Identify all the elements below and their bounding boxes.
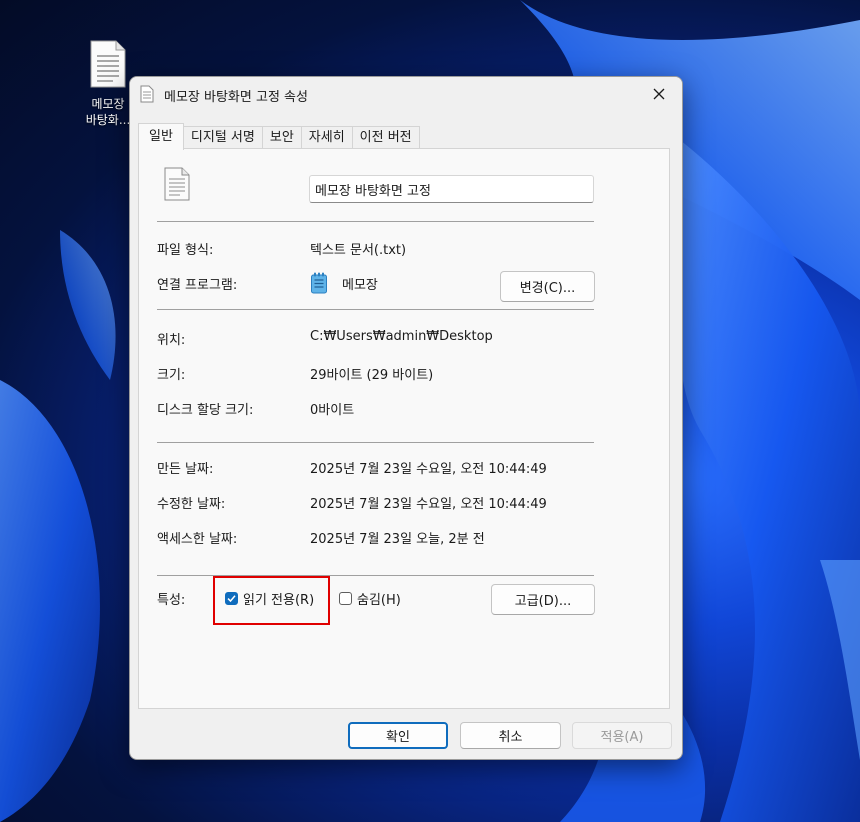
advanced-button[interactable]: 고급(D)... (491, 584, 595, 615)
title-bar[interactable]: 메모장 바탕화면 고정 속성 (130, 77, 682, 111)
hidden-label: 숨김(H) (357, 593, 401, 608)
file-type-value: 텍스트 문서(.txt) (310, 243, 407, 258)
created-value: 2025년 7월 23일 수요일, 오전 10:44:49 (310, 462, 547, 477)
tab-general[interactable]: 일반 (138, 123, 184, 150)
text-document-icon (140, 85, 154, 103)
opens-with-label: 연결 프로그램: (157, 278, 238, 293)
size-on-disk-label: 디스크 할당 크기: (157, 403, 254, 418)
ok-button[interactable]: 확인 (348, 722, 448, 749)
change-program-button[interactable]: 변경(C)... (500, 271, 595, 302)
location-label: 위치: (157, 333, 186, 348)
created-label: 만든 날짜: (157, 462, 214, 477)
size-label: 크기: (157, 368, 186, 383)
opens-with-value: 메모장 (342, 278, 378, 293)
location-value: C:₩Users₩admin₩Desktop (310, 329, 493, 344)
tab-previous-versions[interactable]: 이전 버전 (351, 126, 420, 150)
tab-digital-signatures[interactable]: 디지털 서명 (182, 126, 263, 150)
checkbox-box[interactable] (225, 592, 238, 605)
separator (157, 442, 594, 443)
file-name-input[interactable] (309, 175, 594, 203)
separator (157, 309, 594, 310)
tab-bar: 일반 디지털 서명 보안 자세히 이전 버전 (138, 123, 420, 150)
general-tab-panel: 파일 형식: 텍스트 문서(.txt) 연결 프로그램: 메모장 변경(C)..… (138, 148, 670, 709)
notepad-icon (311, 272, 327, 294)
accessed-value: 2025년 7월 23일 오늘, 2분 전 (310, 532, 485, 547)
size-value: 29바이트 (29 바이트) (310, 368, 434, 383)
window-title: 메모장 바탕화면 고정 속성 (164, 90, 308, 105)
properties-dialog: 메모장 바탕화면 고정 속성 일반 디지털 서명 보안 자세히 이전 버전 파일… (129, 76, 683, 760)
text-document-icon (164, 167, 190, 201)
cancel-button[interactable]: 취소 (460, 722, 561, 749)
close-icon (653, 88, 665, 100)
separator (157, 221, 594, 222)
accessed-label: 액세스한 날짜: (157, 532, 238, 547)
readonly-label: 읽기 전용(R) (243, 593, 315, 608)
file-type-label: 파일 형식: (157, 243, 214, 258)
checkbox-box[interactable] (339, 592, 352, 605)
readonly-checkbox[interactable]: 읽기 전용(R) (225, 589, 314, 608)
attributes-label: 특성: (157, 593, 186, 608)
modified-value: 2025년 7월 23일 수요일, 오전 10:44:49 (310, 497, 547, 512)
hidden-checkbox[interactable]: 숨김(H) (339, 589, 401, 608)
apply-button[interactable]: 적용(A) (572, 722, 672, 749)
separator (157, 575, 594, 576)
text-document-icon (90, 40, 126, 88)
size-on-disk-value: 0바이트 (310, 403, 355, 418)
modified-label: 수정한 날짜: (157, 497, 226, 512)
tab-security[interactable]: 보안 (261, 126, 302, 150)
close-button[interactable] (636, 77, 682, 111)
checkmark-icon (227, 595, 236, 603)
tab-details[interactable]: 자세히 (300, 126, 353, 150)
